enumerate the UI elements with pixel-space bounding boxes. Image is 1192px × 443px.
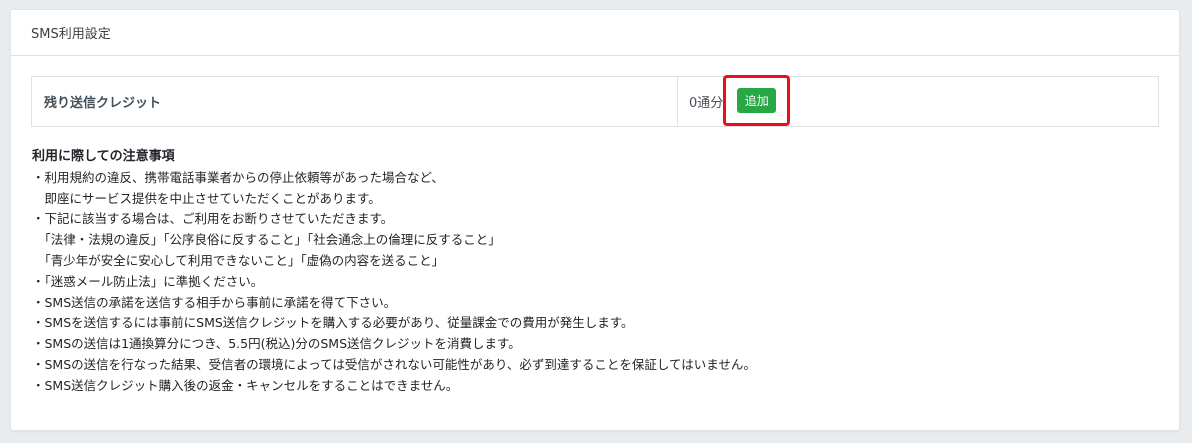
notes-line: ・SMS送信クレジット購入後の返金・キャンセルをすることはできません。 [32,377,459,393]
notes-line: 「法律・法規の違反」「公序良俗に反すること」「社会通念上の倫理に反すること」 [32,232,501,248]
notes-line: ・利用規約の違反、携帯電話事業者からの停止依頼等があった場合など、 [32,169,444,185]
notes-line: ・SMS送信の承諾を送信する相手から事前に承諾を得て下さい。 [32,294,397,310]
notes-title: 利用に際しての注意事項 [32,149,175,164]
credit-table: 残り送信クレジット 0通分 追加 [31,75,1159,127]
notes-line: ・下記に該当する場合は、ご利用をお断りさせていただきます。 [32,211,394,227]
usage-notes: 利用に際しての注意事項 ・利用規約の違反、携帯電話事業者からの停止依頼等があった… [32,147,756,397]
add-button-highlight: 追加 [723,75,791,126]
add-credit-button[interactable]: 追加 [737,88,777,113]
page-title: SMS利用設定 [31,27,111,42]
credit-value-cell: 0通分 追加 [678,75,1158,126]
notes-line: 即座にサービス提供を中止させていただくことがあります。 [32,190,381,206]
notes-line: ・SMSの送信を行なった結果、受信者の環境によっては受信がされない可能性があり、… [32,356,756,372]
credit-count: 0通分 [689,96,724,111]
sms-settings-card: SMS利用設定 残り送信クレジット 0通分 追加 利用に際しての注意事項 ・利用… [10,9,1180,431]
notes-line: 「青少年が安全に安心して利用できないこと」「虚偽の内容を送ること」 [32,252,445,268]
card-header: SMS利用設定 [11,10,1179,56]
notes-line: ・SMSを送信するには事前にSMS送信クレジットを購入する必要があり、従量課金で… [32,315,634,331]
notes-line: ・SMSの送信は1通換算分につき、5.5円(税込)分のSMS送信クレジットを消費… [32,336,521,352]
credit-label-cell: 残り送信クレジット [32,77,678,126]
notes-line: ・「迷惑メール防止法」に準拠ください。 [32,273,264,289]
credit-label: 残り送信クレジット [44,96,162,111]
